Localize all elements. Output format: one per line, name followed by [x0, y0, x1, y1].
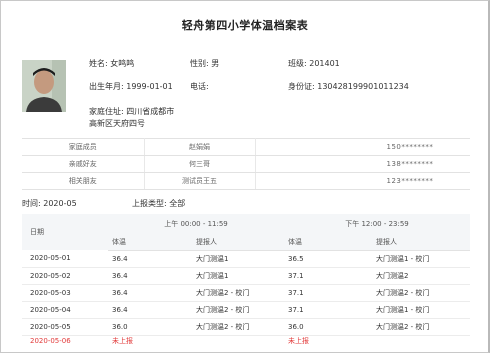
row-pm-reporter: 大门测温2 - 校门 — [372, 284, 470, 302]
contact-name: 何三哥 — [144, 155, 256, 173]
contact-phone: 150******** — [255, 138, 470, 156]
temperature-table: 日期 上午 00:00 - 11:59 下午 12:00 - 23:59 体温 … — [22, 214, 470, 347]
contact-phone: 138******** — [255, 155, 470, 173]
row-am-temp: 未上报 — [112, 337, 133, 346]
report-type-filter[interactable]: 上报类型: 全部 — [132, 198, 185, 209]
contact-relation: 相关朋友 — [22, 172, 145, 190]
row-pm-temp: 36.5 — [284, 250, 372, 268]
student-photo — [22, 60, 66, 112]
table-row: 2020-05-04 36.4 大门测温2 - 校门 37.1 大门测温1 - … — [22, 301, 470, 319]
row-am-reporter: 大门测温2 - 校门 — [192, 318, 284, 336]
row-date: 2020-05-04 — [22, 301, 108, 319]
am-reporter-header: 提报人 — [192, 234, 284, 251]
page-title: 轻舟第四小学体温档案表 — [181, 19, 309, 32]
row-pm-temp: 未上报 — [288, 337, 309, 346]
student-address-line2: 高新区天府四号 — [89, 119, 145, 128]
pm-temp-header: 体温 — [284, 234, 372, 251]
contact-relation: 亲戚好友 — [22, 155, 145, 173]
afternoon-header: 下午 12:00 - 23:59 — [284, 214, 470, 234]
am-temp-header: 体温 — [108, 234, 192, 251]
row-pm-reporter — [372, 335, 470, 347]
row-date: 2020-05-05 — [22, 318, 108, 336]
contact-phone: 123******** — [255, 172, 470, 190]
contact-name: 赵娟娟 — [144, 138, 256, 156]
row-pm-temp: 37.1 — [284, 284, 372, 302]
row-pm-temp: 37.1 — [284, 267, 372, 285]
table-row: 2020-05-02 36.4 大门测温1 37.1 大门测温2 — [22, 267, 470, 285]
morning-header: 上午 00:00 - 11:59 — [108, 214, 284, 234]
table-row: 2020-05-05 36.0 大门测温2 - 校门 36.0 大门测温2 - … — [22, 318, 470, 336]
pm-reporter-header: 提报人 — [372, 234, 470, 251]
row-date: 2020-05-03 — [22, 284, 108, 302]
contact-row: 亲戚好友 何三哥 138******** — [22, 155, 470, 173]
table-row: 2020-05-03 36.4 大门测温2 - 校门 37.1 大门测温2 - … — [22, 284, 470, 302]
row-am-temp: 36.0 — [108, 318, 192, 336]
time-filter[interactable]: 时间: 2020-05 — [22, 198, 77, 209]
student-class: 班级: 201401 — [288, 59, 340, 68]
contact-row: 相关朋友 测试员王五 123******** — [22, 172, 470, 190]
table-row-absent: 2020-05-06 未上报 未上报 — [22, 335, 470, 347]
date-header: 日期 — [22, 214, 108, 250]
row-date: 2020-05-06 — [30, 337, 71, 346]
row-am-temp: 36.4 — [108, 301, 192, 319]
table-row: 2020-05-01 36.4 大门测温1 36.5 大门测温1 - 校门 — [22, 250, 470, 268]
row-pm-reporter: 大门测温1 - 校门 — [372, 301, 470, 319]
row-pm-reporter: 大门测温1 - 校门 — [372, 250, 470, 268]
row-date: 2020-05-02 — [22, 267, 108, 285]
row-am-temp: 36.4 — [108, 250, 192, 268]
row-pm-temp: 36.0 — [284, 318, 372, 336]
contacts-table: 家庭成员 赵娟娟 150******** 亲戚好友 何三哥 138*******… — [22, 138, 470, 190]
contact-row: 家庭成员 赵娟娟 150******** — [22, 138, 470, 156]
row-date: 2020-05-01 — [22, 250, 108, 268]
row-am-reporter: 大门测温2 - 校门 — [192, 284, 284, 302]
student-birth: 出生年月: 1999-01-01 — [89, 82, 173, 91]
row-pm-reporter: 大门测温2 — [372, 267, 470, 285]
contact-name: 测试员王五 — [144, 172, 256, 190]
student-name: 姓名: 女鸣鸣 — [89, 59, 135, 68]
row-am-reporter: 大门测温2 - 校门 — [192, 301, 284, 319]
student-address: 家庭住址: 四川省成都市 — [89, 107, 175, 116]
student-id-card: 身份证: 130428199901011234 — [288, 82, 409, 91]
row-am-reporter — [192, 335, 284, 347]
contact-relation: 家庭成员 — [22, 138, 145, 156]
student-gender: 性别: 男 — [190, 59, 220, 68]
row-am-temp: 36.4 — [108, 267, 192, 285]
student-phone: 电话: — [190, 82, 209, 91]
row-pm-temp: 37.1 — [284, 301, 372, 319]
row-am-temp: 36.4 — [108, 284, 192, 302]
row-am-reporter: 大门测温1 — [192, 267, 284, 285]
row-pm-reporter: 大门测温2 - 校门 — [372, 318, 470, 336]
row-am-reporter: 大门测温1 — [192, 250, 284, 268]
